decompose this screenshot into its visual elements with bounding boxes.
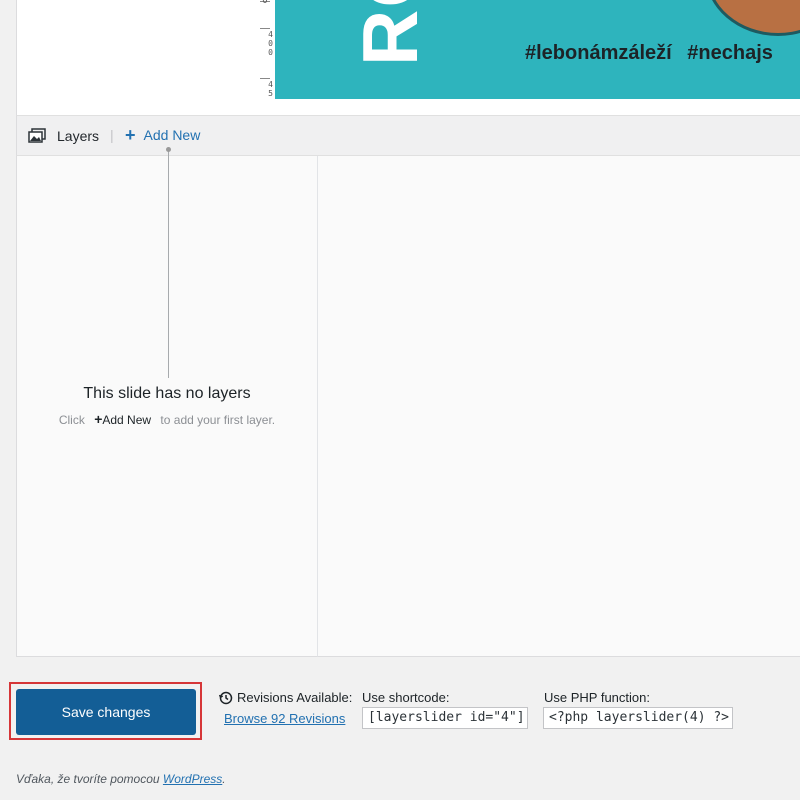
php-function-field[interactable]: <?php layerslider(4) ?> [543,707,733,729]
preview-large-text: RO [346,0,434,66]
layers-tab-label[interactable]: Layers [57,128,99,144]
slide-preview-image: RO #lebonámzáleží #nechajs [275,0,800,99]
ruler-tick: 400 [266,30,275,57]
layers-list-panel [16,156,318,657]
save-changes-button[interactable]: Save changes [16,689,196,735]
shortcode-field[interactable]: [layerslider id="4"] [362,707,528,729]
ruler-tick: 45 [266,80,275,98]
add-new-layer-button[interactable]: + Add New [125,125,201,145]
preview-hashtags: #lebonámzáleží #nechajs [525,42,773,64]
ruler-tick: 0 [262,0,268,6]
empty-state-hint: Click +Add New to add your first layer. [16,411,318,427]
hint-suffix: to add your first layer. [160,413,276,427]
layers-icon [28,128,46,143]
inline-add-new-label: Add New [102,413,152,427]
hint-prefix: Click [58,413,85,427]
add-new-label: Add New [143,127,201,143]
shortcode-label: Use shortcode: [362,690,450,705]
connector-line [168,150,169,378]
connector-dot [166,147,171,152]
layers-toolbar: Layers | + Add New [16,115,800,156]
vertical-ruler: 0 400 45 [258,0,276,100]
plus-icon: + [125,125,136,145]
slide-canvas: 0 400 45 RO #lebonámzáleží #nechajs [16,0,800,115]
wordpress-link[interactable]: WordPress [163,772,222,786]
empty-state-title: This slide has no layers [83,385,251,402]
php-function-label: Use PHP function: [544,690,650,705]
history-icon [219,691,233,704]
layer-properties-panel [318,156,800,657]
revisions-label: Revisions Available: [237,690,353,705]
footer-text: Vďaka, že tvoríte pomocou [16,772,160,786]
footer-credit: Vďaka, že tvoríte pomocou WordPress. [16,772,226,786]
inline-add-new-link[interactable]: +Add New [94,411,152,427]
revisions-available: Revisions Available: [219,690,352,705]
toolbar-divider: | [110,127,114,143]
preview-photo [705,0,800,36]
browse-revisions-link[interactable]: Browse 92 Revisions [224,711,345,726]
footer-period: . [222,772,226,786]
